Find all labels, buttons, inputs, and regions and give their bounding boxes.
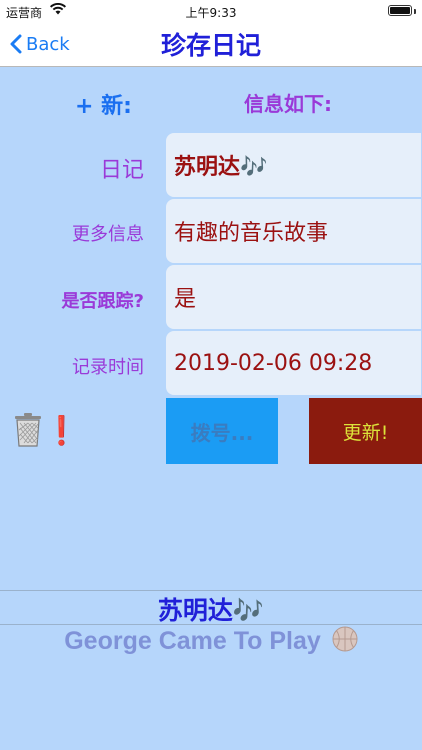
status-bar: 运营商 上午9:33 xyxy=(0,0,422,22)
tracking-label: 是否跟踪? xyxy=(61,291,144,312)
footer-subtitle-row: George Came To Play xyxy=(0,626,422,659)
info-heading: 信息如下: xyxy=(244,92,332,116)
battery-tip xyxy=(414,9,416,14)
alert-icon: ❗ xyxy=(44,414,79,447)
footer-subtitle: George Came To Play xyxy=(64,627,321,655)
new-entry-button[interactable]: + 新: xyxy=(75,88,132,120)
footer-divider-bottom xyxy=(0,624,422,625)
update-button[interactable]: 更新! xyxy=(309,398,422,464)
diary-label: 日记 xyxy=(99,158,144,183)
battery-level xyxy=(390,7,410,14)
footer-title: 苏明达🎶 xyxy=(157,596,265,625)
dial-button[interactable]: 拨号... xyxy=(166,398,278,464)
tracking-field[interactable]: 是 xyxy=(166,265,421,329)
navigation-bar: Back 珍存日记 xyxy=(0,22,422,67)
basketball-icon xyxy=(332,626,358,659)
battery-icon xyxy=(388,5,412,16)
trash-icon[interactable] xyxy=(12,412,44,448)
status-time: 上午9:33 xyxy=(185,6,237,20)
page-title: 珍存日记 xyxy=(160,31,261,60)
more-info-field[interactable]: 有趣的音乐故事 xyxy=(166,199,421,263)
more-info-label: 更多信息 xyxy=(72,224,144,245)
record-time-label: 记录时间 xyxy=(72,357,144,378)
diary-field[interactable]: 苏明达🎶 xyxy=(166,133,421,197)
record-time-field[interactable]: 2019-02-06 09:28 xyxy=(166,331,421,395)
